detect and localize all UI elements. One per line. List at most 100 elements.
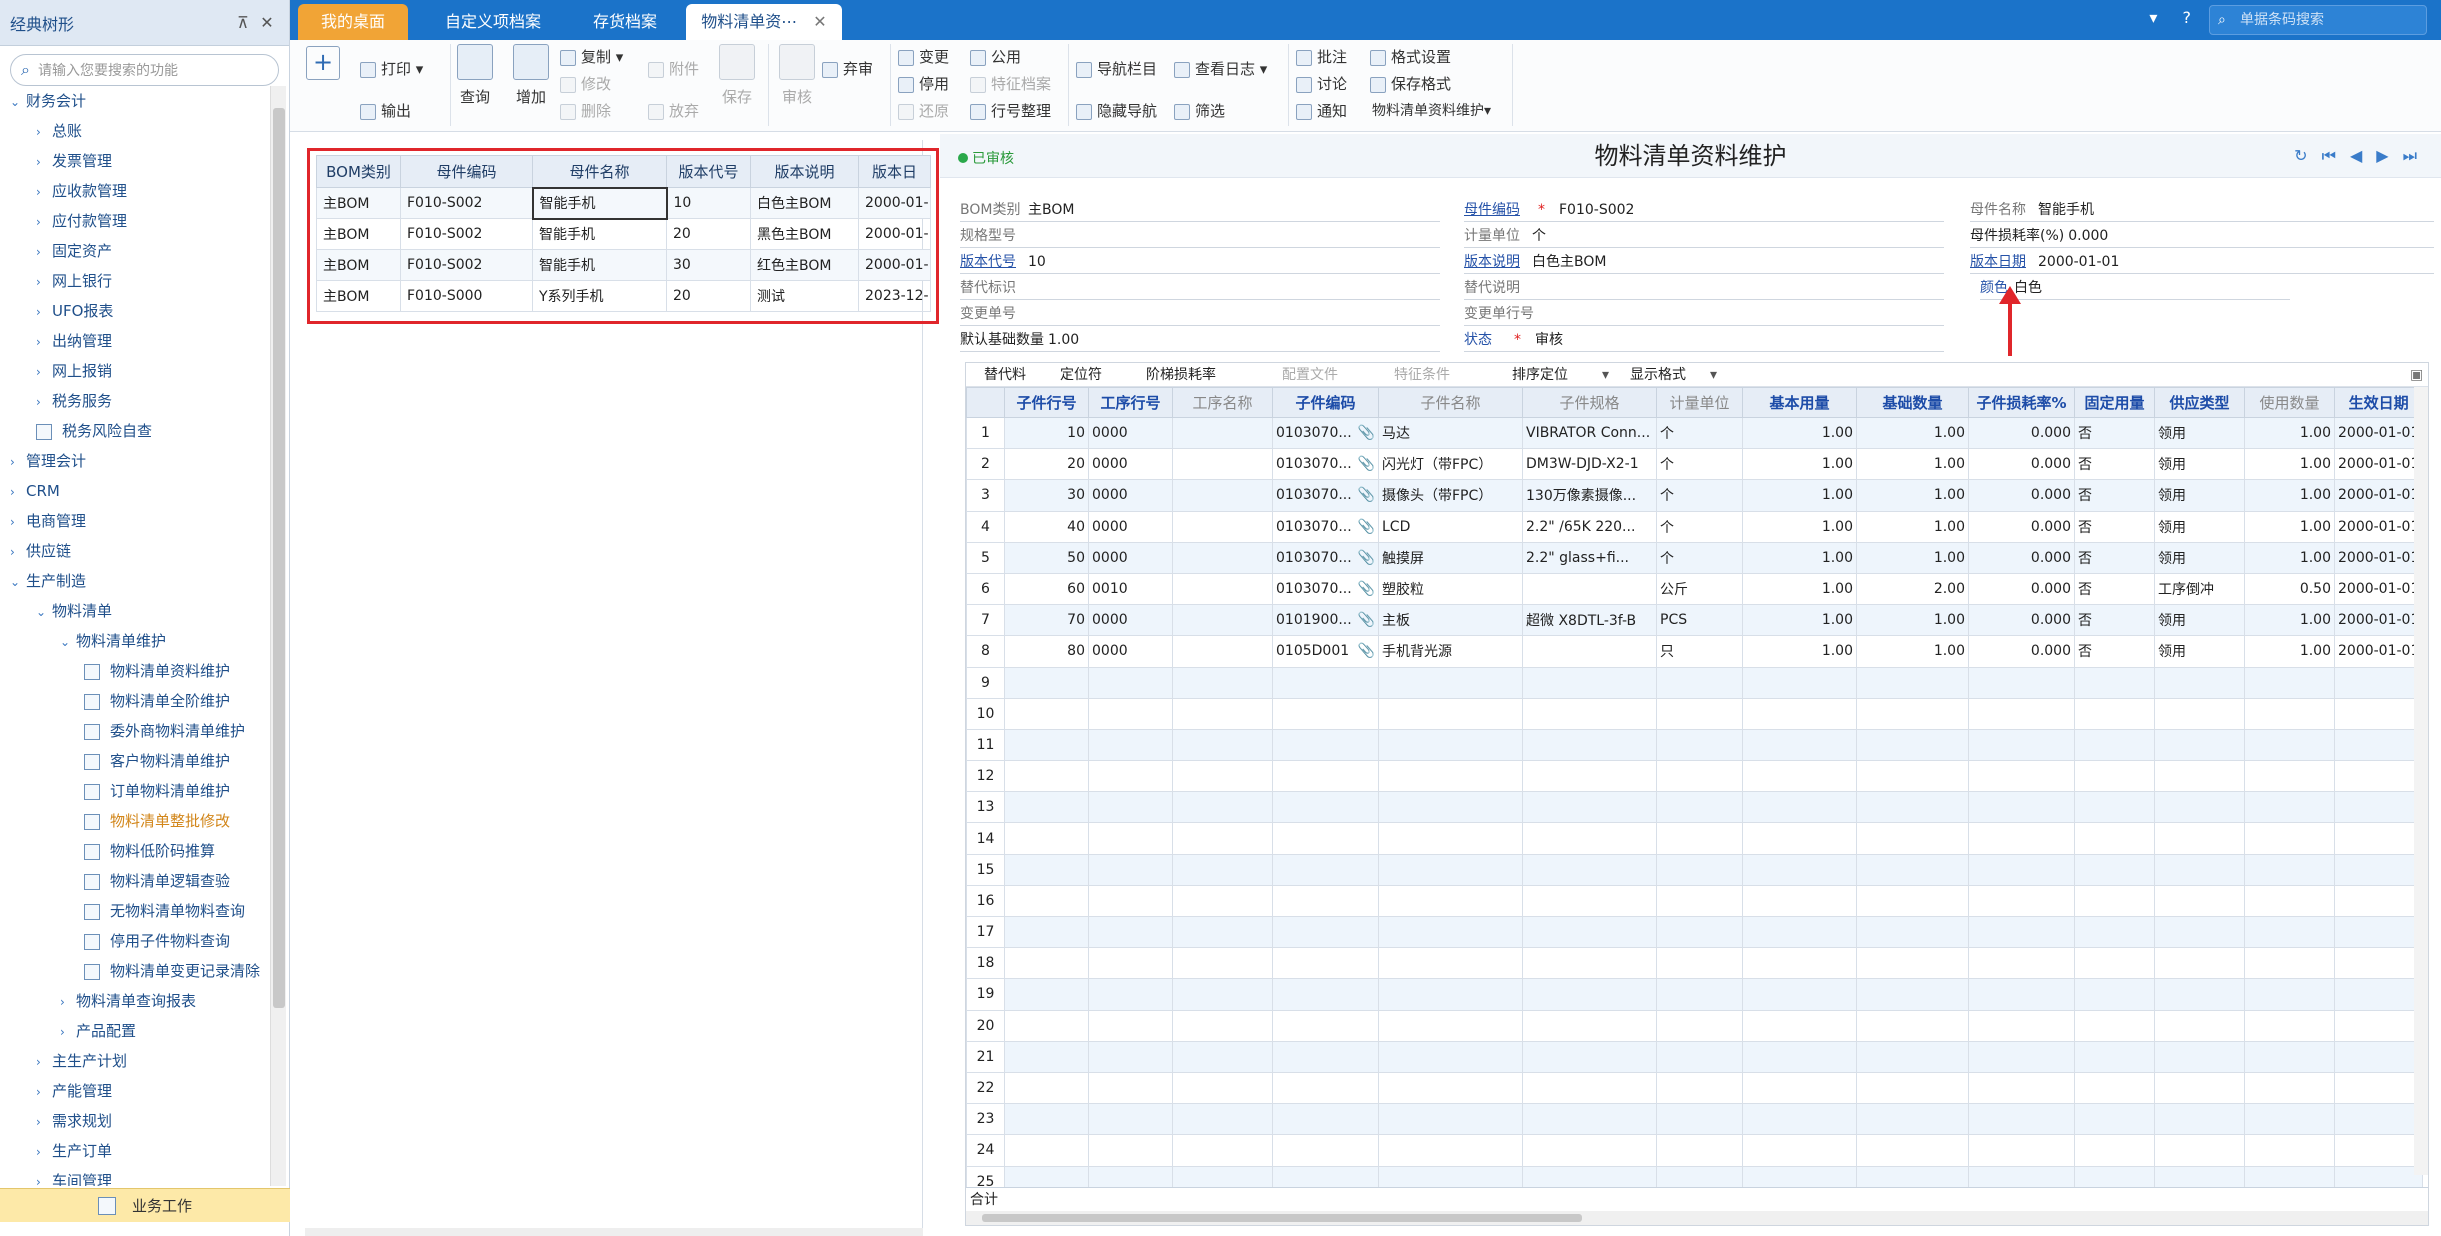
table-cell[interactable]	[2074, 1040, 2155, 1073]
table-cell[interactable]	[1656, 1009, 1743, 1042]
table-cell[interactable]	[1968, 666, 2075, 699]
table-cell[interactable]	[2154, 728, 2245, 762]
table-cell[interactable]	[1272, 884, 1379, 918]
color-field[interactable]: 颜色 白色	[1980, 276, 2290, 300]
table-cell[interactable]	[1968, 853, 2075, 886]
table-cell[interactable]: 主BOM	[316, 280, 401, 312]
table-cell[interactable]	[1856, 1134, 1969, 1167]
table-cell[interactable]: 0103070... 📎	[1272, 510, 1379, 543]
table-cell[interactable]	[1088, 1103, 1173, 1136]
table-cell[interactable]: 0103070... 📎	[1272, 479, 1379, 512]
table-cell[interactable]	[2074, 760, 2155, 793]
table-cell[interactable]	[1004, 947, 1089, 980]
tree-node[interactable]: 税务风险自查	[0, 416, 268, 446]
table-cell[interactable]	[2154, 853, 2245, 886]
business-work-button[interactable]: 业务工作	[0, 1188, 290, 1222]
table-cell[interactable]	[1742, 915, 1857, 949]
table-cell[interactable]	[1742, 822, 1857, 855]
table-cell[interactable]	[1272, 760, 1379, 793]
table-cell[interactable]: 1.00	[1742, 510, 1857, 543]
table-cell[interactable]	[1968, 760, 2075, 793]
table-row[interactable]: 7 70 0000 0101900... 📎 主板 超微 X8DTL-3f-B PCS 1.0…	[966, 604, 2424, 637]
table-cell[interactable]	[1742, 697, 1857, 730]
table-cell[interactable]: 2.2" /65K 220...	[1522, 510, 1657, 543]
table-cell[interactable]	[1088, 1071, 1173, 1105]
table-cell[interactable]: 0.000	[1968, 448, 2075, 481]
tree-node[interactable]: 委外商物料清单维护	[0, 716, 268, 746]
sidebar-scrollbar[interactable]	[270, 86, 286, 1186]
table-cell[interactable]: 1.00	[1856, 416, 1969, 450]
table-cell[interactable]	[1378, 915, 1523, 949]
table-cell[interactable]: 10	[666, 187, 751, 219]
table-cell[interactable]: LCD	[1378, 510, 1523, 543]
chevron-down-icon[interactable]: ▾	[1710, 363, 1717, 387]
column-header[interactable]: 母件名称	[532, 155, 667, 188]
table-cell[interactable]: F010-S002	[400, 218, 533, 250]
column-header[interactable]: 工序行号	[1088, 387, 1173, 418]
table-cell[interactable]: 20	[1004, 448, 1089, 481]
table-cell[interactable]	[1968, 1071, 2075, 1105]
tab-custom-item-archive[interactable]: 自定义项档案	[418, 4, 568, 40]
table-row[interactable]: 9	[966, 666, 2424, 699]
table-cell[interactable]	[2244, 760, 2335, 793]
table-cell[interactable]	[1378, 697, 1523, 730]
list-horizontal-scrollbar[interactable]	[305, 1228, 923, 1236]
table-cell[interactable]: 1.00	[1856, 604, 1969, 637]
version-date-field[interactable]: 版本日期 2000-01-01	[1970, 250, 2434, 274]
table-cell[interactable]	[1522, 697, 1657, 730]
chevron-down-icon[interactable]: ▾	[1602, 363, 1609, 387]
add-new-button[interactable]: +	[306, 46, 340, 80]
table-cell[interactable]	[1856, 853, 1969, 886]
table-cell[interactable]: 否	[2074, 635, 2155, 668]
table-row[interactable]: 17	[966, 915, 2424, 949]
table-cell[interactable]	[1522, 1071, 1657, 1105]
table-row[interactable]: 1 10 0000 0103070... 📎 马达 VIBRATOR Conn... 个 1.…	[966, 416, 2424, 450]
tree-node[interactable]: › CRM	[0, 476, 268, 506]
tab-bom-maintenance[interactable]: 物料清单资⋯ ✕	[686, 4, 842, 40]
table-row[interactable]: 6 60 0010 0103070... 📎 塑胶粒 公斤 1.00 2.00 0.000 否工序…	[966, 572, 2424, 606]
table-cell[interactable]: 2000-01-01	[2333, 572, 2424, 606]
first-record-icon[interactable]: ⏮	[2322, 146, 2350, 165]
table-cell[interactable]: 否	[2074, 448, 2155, 481]
table-cell[interactable]: 1.00	[2244, 510, 2335, 543]
table-cell[interactable]	[1088, 884, 1173, 918]
table-cell[interactable]	[2333, 884, 2424, 918]
table-cell[interactable]: 否	[2074, 479, 2155, 512]
dropdown-icon[interactable]: ▾	[2149, 8, 2157, 27]
tree-node[interactable]: › 网上报销	[0, 356, 268, 386]
table-cell[interactable]	[2074, 791, 2155, 824]
table-cell[interactable]: 测试	[750, 280, 859, 312]
table-cell[interactable]	[1742, 1071, 1857, 1105]
table-cell[interactable]	[1004, 915, 1089, 949]
table-cell[interactable]: 2000-01-01	[2333, 416, 2424, 450]
table-cell[interactable]	[1378, 1040, 1523, 1073]
table-cell[interactable]: 60	[1004, 572, 1089, 606]
table-cell[interactable]	[1172, 1071, 1273, 1105]
table-cell[interactable]: 130万像素摄像...	[1522, 479, 1657, 512]
table-cell[interactable]: 20	[666, 218, 751, 250]
table-cell[interactable]	[1656, 947, 1743, 980]
alt-desc-field[interactable]: 替代说明	[1464, 276, 1944, 300]
table-cell[interactable]: 0.000	[1968, 635, 2075, 668]
table-cell[interactable]	[1088, 822, 1173, 855]
tree-node[interactable]: › 物料清单查询报表	[0, 986, 268, 1016]
loss-rate-field[interactable]: 母件损耗率(%) 0.000	[1970, 224, 2434, 248]
table-cell[interactable]	[2154, 1103, 2245, 1136]
table-cell[interactable]	[2074, 947, 2155, 980]
table-cell[interactable]	[2244, 978, 2335, 1011]
table-cell[interactable]: 领用	[2154, 604, 2245, 637]
table-cell[interactable]	[1522, 791, 1657, 824]
column-header[interactable]: 生效日期	[2333, 387, 2424, 418]
table-row[interactable]: 19	[966, 978, 2424, 1011]
substitute-material-button[interactable]: 替代料	[984, 363, 1026, 387]
table-cell[interactable]: 智能手机	[532, 218, 667, 250]
table-cell[interactable]: 20	[666, 280, 751, 312]
table-cell[interactable]: 个	[1656, 541, 1743, 574]
table-cell[interactable]	[1172, 635, 1273, 668]
table-cell[interactable]: 0000	[1088, 510, 1173, 543]
table-cell[interactable]: 80	[1004, 635, 1089, 668]
table-cell[interactable]	[1272, 947, 1379, 980]
table-cell[interactable]: 0.000	[1968, 416, 2075, 450]
table-cell[interactable]: 0101900... 📎	[1272, 604, 1379, 637]
table-cell[interactable]	[2244, 915, 2335, 949]
